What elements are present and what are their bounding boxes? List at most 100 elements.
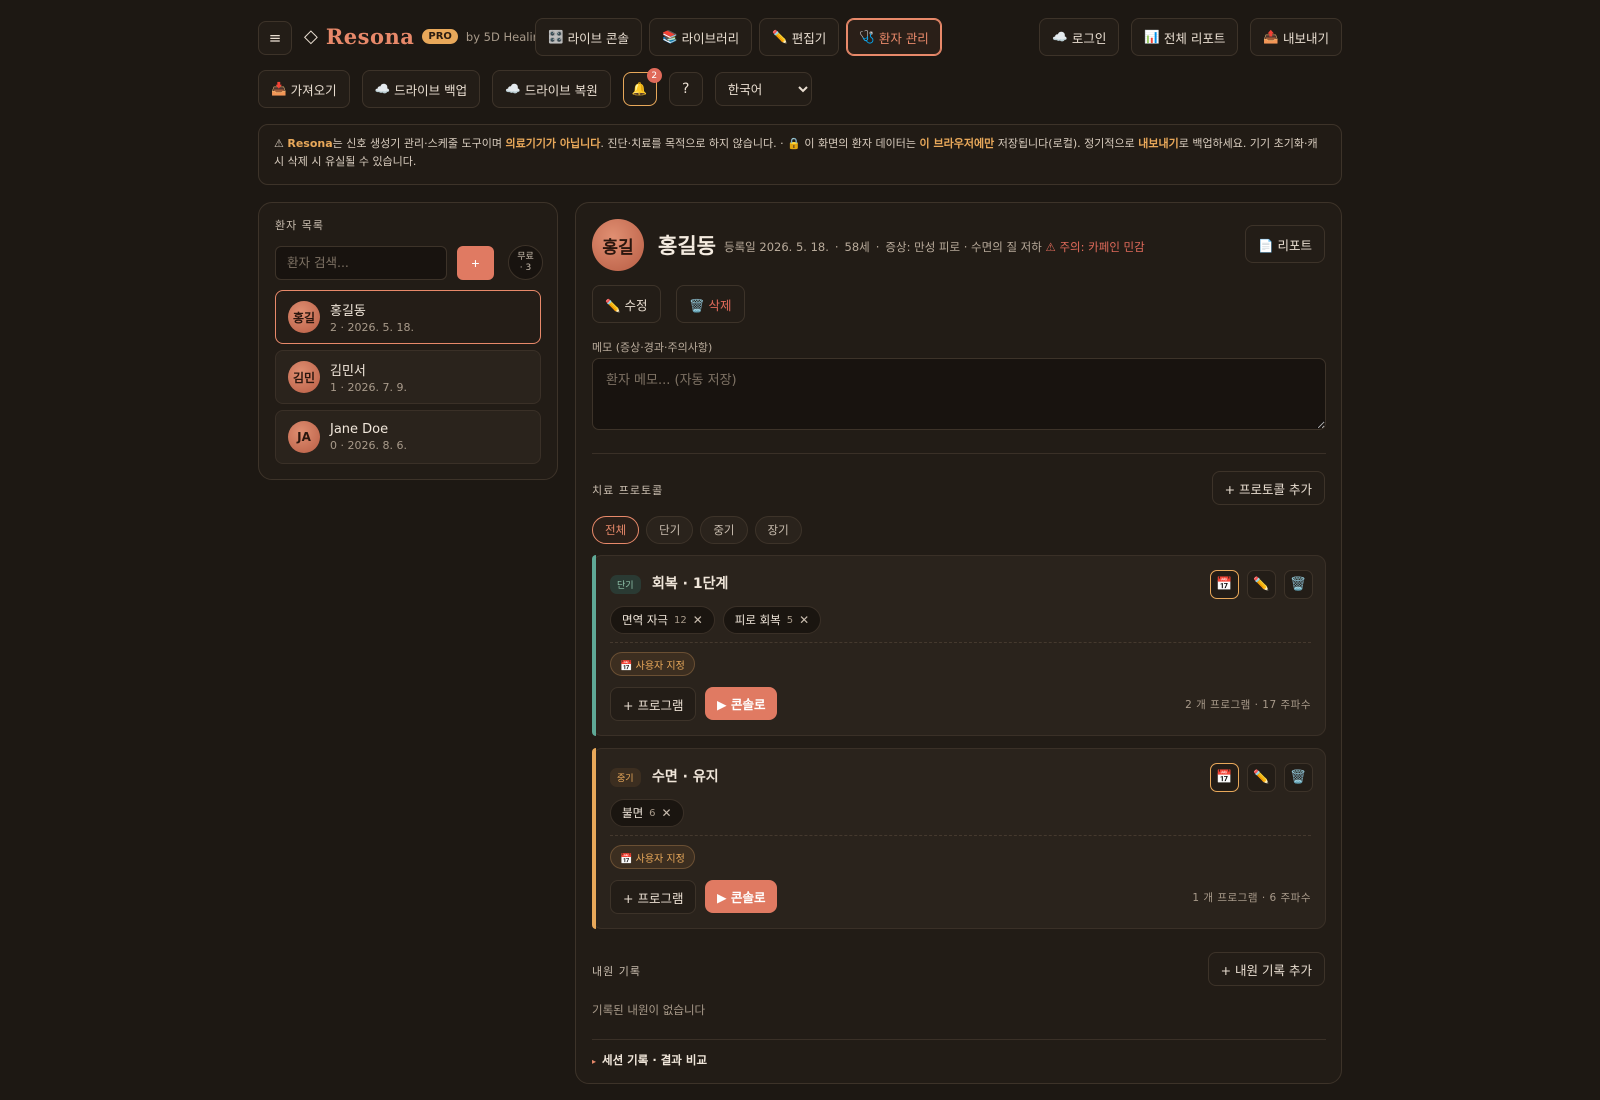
registered-date: 등록일 2026. 5. 18.: [724, 240, 829, 254]
nav-label: 라이브 콘솔: [567, 30, 630, 46]
visit-section-title: 내원 기록: [592, 965, 641, 978]
patient-report-button[interactable]: 📄 리포트: [1244, 225, 1325, 263]
full-report-button[interactable]: 📊 전체 리포트: [1131, 18, 1239, 56]
patient-item[interactable]: JA Jane Doe 0 · 2026. 8. 6.: [275, 410, 541, 464]
notification-button[interactable]: 🔔 2: [622, 68, 662, 106]
caution-note: ⚠ 주의: 카페인 민감: [1045, 240, 1145, 254]
nav-editor[interactable]: ✏️ 편집기: [759, 18, 840, 56]
schedule-chip[interactable]: 📅 사용자 지정: [610, 845, 695, 869]
protocol-section-title: 치료 프로토콜: [592, 484, 664, 497]
pencil-icon[interactable]: ✏️: [1247, 763, 1276, 792]
protocol-card: 중기 수면 · 유지 📅 ✏️ 🗑️ 불면 6 ✕ 📅 사용자 지정 + 프로그램 …: [592, 748, 1326, 929]
edit-patient-button[interactable]: ✏️ 수정: [592, 285, 661, 323]
patient-name: 홍길동: [330, 304, 366, 319]
session-title: 세션 기록 · 결과 비교: [602, 1053, 708, 1067]
tag-name: 면역 자극: [622, 613, 668, 627]
patient-meta: 0 · 2026. 8. 6.: [330, 439, 407, 452]
protocol-color-bar: [592, 555, 596, 736]
import-button[interactable]: 📥 가져오기: [258, 70, 350, 108]
add-program-button[interactable]: + 프로그램: [610, 880, 697, 914]
calendar-icon[interactable]: 📅: [1210, 763, 1239, 792]
bell-icon: 🔔: [631, 81, 648, 96]
program-tags: 불면 6 ✕: [610, 799, 684, 827]
patient-detail-panel: 홍길 홍길동 등록일 2026. 5. 18. · 58세 · 증상: 만성 피로 · …: [575, 202, 1342, 1084]
cloud-icon: ☁️: [1052, 29, 1068, 44]
program-tag: 피로 회복 5 ✕: [722, 606, 822, 634]
schedule-chip[interactable]: 📅 사용자 지정: [610, 652, 695, 676]
add-program-button[interactable]: + 프로그램: [610, 687, 697, 721]
filter-mid[interactable]: 중기: [700, 516, 748, 544]
visit-empty-message: 기록된 내원이 없습니다: [592, 1003, 706, 1017]
add-protocol-button[interactable]: + 프로토콜 추가: [1211, 471, 1325, 505]
chevron-right-icon: ▸: [592, 1057, 597, 1066]
free-plan-badge: 무료 · 3: [508, 245, 543, 280]
free-label: 무료: [517, 251, 534, 262]
avatar: 김민: [288, 361, 320, 393]
protocol-actions: 📅 ✏️ 🗑️: [1210, 763, 1313, 792]
menu-icon[interactable]: ≡: [258, 21, 292, 55]
notification-badge: 2: [646, 68, 662, 83]
warning-icon: ⚠: [274, 137, 284, 150]
nav-library[interactable]: 📚 라이브러리: [649, 18, 753, 56]
diamond-icon: ◇: [304, 26, 318, 47]
language-select[interactable]: 한국어: [714, 72, 812, 106]
disclaimer-text: . 진단·치료를 목적으로 하지 않습니다. · 🔒 이 화면의 환자 데이터는: [600, 137, 920, 150]
add-visit-button[interactable]: + 내원 기록 추가: [1207, 952, 1325, 986]
tag-count: 5: [786, 614, 794, 626]
session-records-toggle[interactable]: ▸ 세션 기록 · 결과 비교: [592, 1052, 707, 1068]
drive-restore-button[interactable]: ☁️ 드라이브 복원: [492, 70, 611, 108]
protocol-card: 단기 회복 · 1단계 📅 ✏️ 🗑️ 면역 자극 12 ✕ 피로 회복 5 ✕ 📅 사…: [592, 555, 1326, 736]
drive-backup-button[interactable]: ☁️ 드라이브 백업: [361, 70, 481, 108]
divider: [592, 1039, 1326, 1040]
pencil-icon[interactable]: ✏️: [1247, 570, 1276, 599]
header-actions: ☁️ 로그인 📊 전체 리포트 📤 내보내기: [1039, 18, 1342, 56]
outbox-icon: 📤: [1263, 29, 1279, 44]
patient-list-title: 환자 목록: [275, 219, 324, 232]
disclaimer-export: 내보내기: [1138, 137, 1179, 150]
term-badge: 중기: [610, 768, 641, 787]
trash-icon[interactable]: 🗑️: [1284, 763, 1313, 792]
tag-count: 6: [649, 807, 656, 819]
patient-list-panel: 환자 목록 + 무료 · 3 홍길 홍길동 2 · 2026. 5. 18. 김…: [258, 202, 558, 480]
patient-search-input[interactable]: [275, 245, 447, 280]
term-badge: 단기: [610, 575, 641, 594]
divider: [592, 453, 1326, 454]
program-tag: 불면 6 ✕: [610, 799, 684, 827]
delete-patient-button[interactable]: 🗑️ 삭제: [676, 285, 745, 323]
disclaimer-text: 는 신호 생성기 관리·스케줄 도구이며: [332, 137, 506, 150]
help-button[interactable]: ?: [668, 72, 703, 106]
disclaimer-brand: Resona: [287, 137, 333, 150]
patient-item[interactable]: 홍길 홍길동 2 · 2026. 5. 18.: [275, 290, 541, 344]
tag-count: 12: [673, 614, 687, 626]
to-console-button[interactable]: ▶ 콘솔로: [705, 687, 778, 720]
memo-label: 메모 (증상·경과·주의사항): [592, 341, 713, 354]
filter-long[interactable]: 장기: [754, 516, 802, 544]
free-count: · 3: [519, 262, 532, 273]
disclaimer-not-device: 의료기기가 아닙니다: [505, 137, 601, 150]
export-button[interactable]: 📤 내보내기: [1250, 18, 1342, 56]
memo-textarea[interactable]: [592, 358, 1326, 430]
disclaimer-browser-only: 이 브라우저에만: [919, 137, 995, 150]
dashed-divider: [610, 835, 1311, 836]
login-button[interactable]: ☁️ 로그인: [1039, 18, 1120, 56]
filter-short[interactable]: 단기: [646, 516, 694, 544]
patient-name: 김민서: [330, 364, 366, 379]
trash-icon[interactable]: 🗑️: [1284, 570, 1313, 599]
patient-info: Jane Doe 0 · 2026. 8. 6.: [330, 422, 407, 452]
add-patient-button[interactable]: +: [457, 245, 494, 280]
close-icon[interactable]: ✕: [693, 613, 703, 627]
nav-live-console[interactable]: 🎛️ 라이브 콘솔: [535, 18, 643, 56]
calendar-icon[interactable]: 📅: [1210, 570, 1239, 599]
to-console-button[interactable]: ▶ 콘솔로: [705, 880, 778, 913]
cloud-icon: ☁️: [374, 81, 391, 96]
button-label: 내보내기: [1282, 30, 1329, 46]
close-icon[interactable]: ✕: [662, 806, 672, 820]
program-tag: 면역 자극 12 ✕: [610, 606, 715, 634]
close-icon[interactable]: ✕: [799, 613, 809, 627]
patient-age: 58세: [844, 240, 870, 254]
filter-all[interactable]: 전체: [592, 516, 640, 544]
nav-patient-management[interactable]: 🩺 환자 관리: [846, 18, 942, 56]
patient-meta: 2 · 2026. 5. 18.: [330, 321, 414, 334]
protocol-title: 회복 · 1단계: [652, 576, 729, 592]
patient-item[interactable]: 김민 김민서 1 · 2026. 7. 9.: [275, 350, 541, 404]
